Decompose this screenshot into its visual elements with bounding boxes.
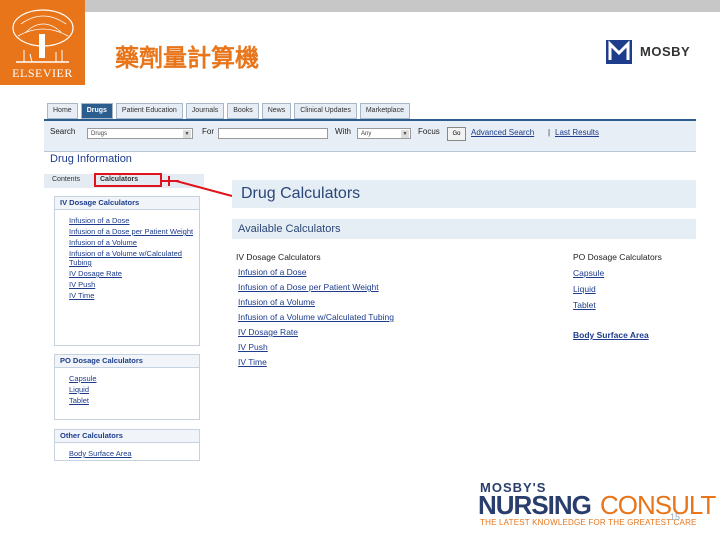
sidebar-item-iv-push[interactable]: IV Push [69, 280, 199, 289]
chevron-down-icon: ▼ [183, 130, 191, 138]
main-item-infusion-dose-weight[interactable]: Infusion of a Dose per Patient Weight [238, 282, 379, 292]
main-item-body-surface-area[interactable]: Body Surface Area [573, 330, 649, 340]
sidebar-item-infusion-dose[interactable]: Infusion of a Dose [69, 216, 199, 225]
tab-clinical-updates[interactable]: Clinical Updates [294, 103, 357, 119]
iv-calculators-panel: IV Dosage Calculators Infusion of a Dose… [54, 196, 200, 346]
po-calculators-panel: PO Dosage Calculators Capsule Liquid Tab… [54, 354, 200, 420]
highlight-box [94, 173, 162, 187]
highlight-connector-tick [168, 176, 170, 186]
elsevier-logo-text: ELSEVIER [12, 66, 73, 80]
available-calculators-heading: Available Calculators [238, 223, 341, 235]
other-calculators-panel: Other Calculators Body Surface Area [54, 429, 200, 461]
main-iv-header: IV Dosage Calculators [236, 252, 321, 262]
main-item-infusion-volume[interactable]: Infusion of a Volume [238, 297, 315, 307]
page-number: 15 [670, 512, 681, 522]
nursing-consult-tagline: THE LATEST KNOWLEDGE FOR THE GREATEST CA… [480, 518, 697, 527]
go-button[interactable]: Go [447, 127, 466, 141]
tab-patient-education[interactable]: Patient Education [115, 103, 183, 119]
search-input[interactable] [218, 128, 328, 139]
slide-top-bar [85, 0, 720, 12]
panel-header: PO Dosage Calculators [55, 355, 199, 368]
main-item-iv-time[interactable]: IV Time [238, 357, 267, 367]
sidebar-item-iv-time[interactable]: IV Time [69, 291, 199, 300]
elsevier-tree-icon [6, 6, 79, 66]
nursing-consult-nursing: NURSING [478, 490, 592, 520]
mosby-logo-icon [606, 40, 632, 64]
sidebar-item-infusion-volume-tubing[interactable]: Infusion of a Volume w/Calculated Tubing [69, 249, 199, 267]
last-results-link[interactable]: Last Results [555, 128, 599, 137]
chevron-down-icon: ▼ [401, 130, 409, 138]
drug-information-heading: Drug Information [50, 153, 132, 165]
mosby-logo-text: MOSBY [640, 44, 691, 59]
tab-news[interactable]: News [261, 103, 292, 119]
main-item-liquid[interactable]: Liquid [573, 284, 596, 294]
sidebar-item-tablet[interactable]: Tablet [69, 396, 199, 405]
main-item-infusion-volume-tubing[interactable]: Infusion of a Volume w/Calculated Tubing [238, 312, 394, 322]
tab-drugs[interactable]: Drugs [80, 103, 113, 119]
tab-home[interactable]: Home [47, 103, 78, 119]
main-item-capsule[interactable]: Capsule [573, 268, 604, 278]
sidebar-item-iv-dosage-rate[interactable]: IV Dosage Rate [69, 269, 199, 278]
search-type-select[interactable]: Drugs ▼ [87, 128, 193, 139]
slide-title: 藥劑量計算機 [115, 43, 259, 72]
main-po-header: PO Dosage Calculators [573, 252, 662, 262]
sidebar-item-infusion-dose-weight[interactable]: Infusion of a Dose per Patient Weight [69, 227, 199, 236]
advanced-search-link[interactable]: Advanced Search [471, 128, 534, 137]
with-select[interactable]: Any ▼ [357, 128, 411, 139]
main-item-infusion-dose[interactable]: Infusion of a Dose [238, 267, 307, 277]
main-item-iv-dosage-rate[interactable]: IV Dosage Rate [238, 327, 298, 337]
elsevier-logo: ELSEVIER [0, 0, 85, 85]
with-label: With [335, 127, 351, 136]
with-value: Any [361, 131, 372, 137]
main-item-iv-push[interactable]: IV Push [238, 342, 268, 352]
sidebar-item-capsule[interactable]: Capsule [69, 374, 199, 383]
nursing-consult-consult: CONSULT [600, 490, 716, 520]
link-separator: | [548, 128, 551, 137]
tab-journals[interactable]: Journals [185, 103, 225, 119]
site-tabs: Home Drugs Patient Education Journals Bo… [47, 103, 410, 119]
search-type-value: Drugs [91, 131, 108, 137]
search-label: Search [50, 127, 76, 136]
sidebar-item-body-surface-area[interactable]: Body Surface Area [69, 449, 199, 458]
subtab-contents[interactable]: Contents [52, 176, 80, 183]
tab-marketplace[interactable]: Marketplace [359, 103, 410, 119]
sidebar-item-infusion-volume[interactable]: Infusion of a Volume [69, 238, 199, 247]
sidebar-item-liquid[interactable]: Liquid [69, 385, 199, 394]
panel-header: IV Dosage Calculators [55, 197, 199, 210]
panel-header: Other Calculators [55, 430, 199, 443]
main-item-tablet[interactable]: Tablet [573, 300, 596, 310]
for-label: For [202, 127, 214, 136]
tab-books[interactable]: Books [227, 103, 259, 119]
page-title: Drug Calculators [241, 185, 361, 202]
focus-label: Focus [418, 127, 440, 136]
